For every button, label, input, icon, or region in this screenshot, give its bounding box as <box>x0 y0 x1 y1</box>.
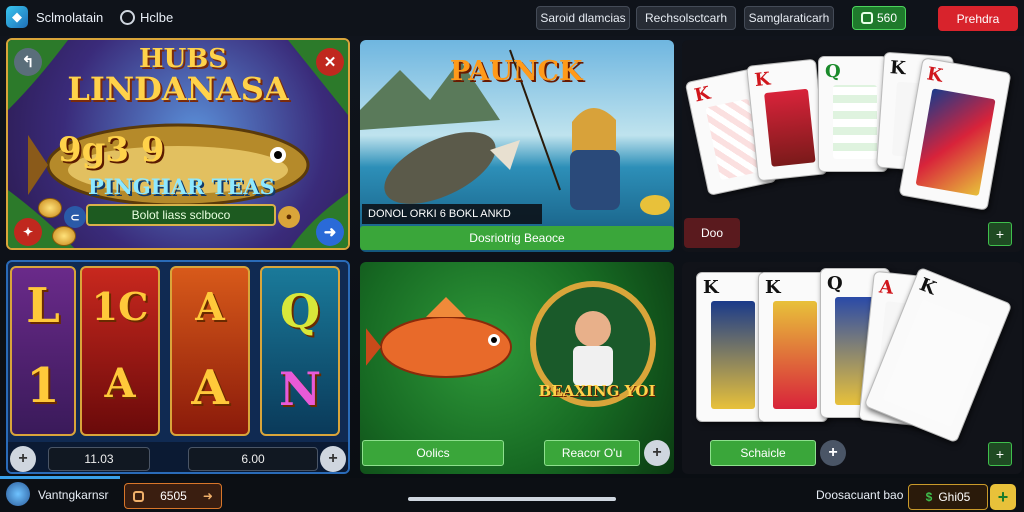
card-rank: A <box>878 276 895 299</box>
card-rank: K <box>753 68 772 92</box>
green-left-button[interactable]: Oolics <box>362 440 504 466</box>
reel-symbol: 1 <box>26 358 60 414</box>
emblem-illustration <box>530 281 656 407</box>
plus-icon[interactable]: + <box>644 440 670 466</box>
card-rank: K <box>703 277 719 298</box>
emblem-label: BEAXING YOI <box>538 382 656 400</box>
reel-symbol: 1C <box>91 284 149 329</box>
fish-illustration <box>366 297 512 378</box>
card-rank: K <box>925 63 945 87</box>
plus-icon[interactable]: + <box>820 440 846 466</box>
diamond-suit-icon <box>882 299 992 428</box>
coin-icon <box>860 12 873 24</box>
heart-suit-icon <box>764 88 816 167</box>
coin-icon[interactable]: ● <box>278 206 300 228</box>
balance-pill[interactable]: $ Ghi05 <box>908 484 988 510</box>
game-tile-cards-top[interactable]: K K Q K K Doo + <box>682 40 1022 252</box>
slot-reel: 1C A <box>80 266 160 436</box>
game-tile-cards-bottom[interactable]: K K Q A K Schaicle + + <box>682 262 1022 474</box>
plus-icon[interactable]: + <box>320 446 346 472</box>
playing-card: K <box>758 272 828 422</box>
app-logo-icon[interactable]: ◆ <box>6 6 28 28</box>
arrow-icon: ➜ <box>202 489 213 503</box>
card-rank: K <box>889 57 907 80</box>
card-rank: K <box>916 273 939 300</box>
status-text: Doosacuant bao <box>816 488 904 502</box>
king-face-icon <box>711 301 755 409</box>
add-funds-button[interactable]: + <box>990 484 1016 510</box>
reel-symbol: Q <box>279 284 321 338</box>
add-icon[interactable]: + <box>988 222 1012 246</box>
star-icon[interactable]: ✦ <box>14 218 42 246</box>
king-face-icon <box>915 88 996 197</box>
home-indicator[interactable] <box>408 497 616 501</box>
reel-symbol: N <box>278 362 322 416</box>
game-tile-fish-slot[interactable]: HUBS LINDANASA 9g3 9 PINGHAR TEAS Bolot … <box>6 38 350 250</box>
slot-reel: Q N <box>260 266 340 436</box>
coin-stack-icon <box>52 226 76 246</box>
win-value: 6.00 <box>241 452 265 466</box>
status-badge: Doo <box>684 218 740 248</box>
top-bar: ◆ Sclmolatain Hclbe Saroid dlamcias Rech… <box>0 0 1024 36</box>
close-icon[interactable]: ✕ <box>316 48 344 76</box>
hub-link[interactable]: Hclbe <box>140 10 173 25</box>
tile-subtitle: PINGHAR TEAS <box>88 174 275 199</box>
bet-value: 11.03 <box>84 452 114 466</box>
coin-balance-button[interactable]: 560 <box>852 6 906 30</box>
game-tile-slot-reels[interactable]: L 1 1C A A A Q N + 11.03 6.00 + <box>6 260 350 474</box>
back-icon[interactable]: ↰ <box>14 48 42 76</box>
play-button[interactable]: Schaicle <box>710 440 816 466</box>
username: Vantngkarnsr <box>38 488 109 502</box>
brand-name: Sclmolatain <box>36 10 104 25</box>
game-tile-fisherman[interactable]: PAUNCK DONOL ORKI 6 BOKL ANKD Dosriotrig… <box>360 40 674 252</box>
arrow-icon[interactable]: ➜ <box>316 218 344 246</box>
avatar[interactable] <box>6 482 30 506</box>
reel-symbol: L <box>26 278 60 334</box>
loading-progress <box>0 476 120 479</box>
nav-tab-3[interactable]: Samglaraticarh <box>744 6 834 30</box>
fisherman-play-button[interactable]: Dosriotrig Beaoce <box>360 226 674 250</box>
add-icon[interactable]: + <box>988 442 1012 466</box>
primary-action-button[interactable]: Prehdra <box>938 6 1018 31</box>
slot-reel: L 1 <box>10 266 76 436</box>
card-rank: Q <box>827 273 843 294</box>
nav-tab-1[interactable]: Saroid dlamcias <box>536 6 630 30</box>
coin-count: 560 <box>876 11 898 25</box>
slot-controls: + 11.03 6.00 + <box>8 442 348 472</box>
game-tile-green-fish[interactable]: BEAXING YOI Oolics Reacor O'u + <box>360 262 674 474</box>
green-right-button[interactable]: Reacor O'u <box>544 440 640 466</box>
coin-stack-icon <box>38 198 62 218</box>
slot-reel: A A <box>170 266 250 436</box>
tile-numbers: 9g3 9 <box>58 130 165 170</box>
playing-card: K <box>746 58 828 182</box>
card-rank: K <box>692 82 713 107</box>
tile-caption: DONOL ORKI 6 BOKL ANKD <box>362 204 542 224</box>
balance-value: Ghi05 <box>938 490 971 504</box>
playing-card: K <box>696 272 766 422</box>
reel-symbol: A <box>104 360 136 407</box>
card-rank: Q <box>825 61 841 82</box>
tile-title: PAUNCK <box>450 56 583 87</box>
coin-icon <box>133 490 145 502</box>
spade-suit-icon <box>833 85 877 159</box>
nav-tab-2[interactable]: Rechsolsctcarh <box>636 6 736 30</box>
king-face-icon <box>773 301 817 409</box>
tile-title-main: LINDANASA <box>67 70 289 108</box>
coin-value: 6505 <box>160 489 187 503</box>
app-root: ◆ Sclmolatain Hclbe Saroid dlamcias Rech… <box>0 0 1024 512</box>
coin-pill[interactable]: 6505 ➜ <box>124 483 222 509</box>
reel-symbol: A <box>191 360 229 416</box>
hub-icon <box>120 10 135 25</box>
card-rank: K <box>765 277 781 298</box>
plus-icon[interactable]: + <box>10 446 36 472</box>
bet-field[interactable]: 11.03 <box>48 447 150 471</box>
magnet-icon[interactable]: ⊂ <box>64 206 86 228</box>
win-field: 6.00 <box>188 447 318 471</box>
reel-symbol: A <box>195 284 225 329</box>
dollar-icon: $ <box>925 490 933 504</box>
tile-info-bar[interactable]: Bolot liass sclboco <box>86 204 276 226</box>
